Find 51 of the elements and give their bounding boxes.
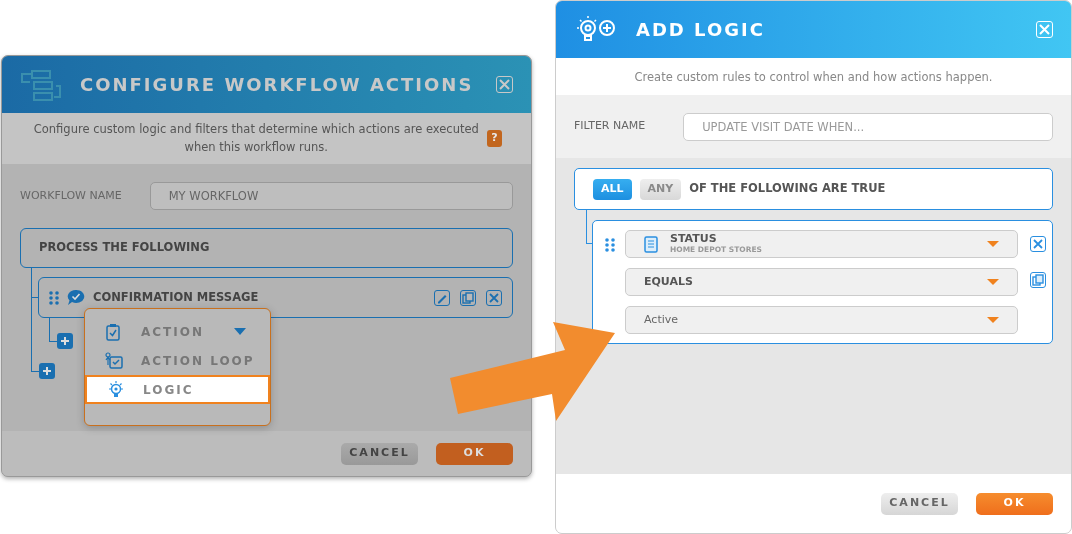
chat-check-icon: [67, 289, 85, 306]
copy-icon: [462, 291, 474, 304]
dialog-title: CONFIGURE WORKFLOW ACTIONS: [80, 73, 474, 97]
drag-handle-icon: [49, 290, 59, 305]
close-icon: [488, 291, 500, 304]
field-name: STATUS: [670, 233, 718, 246]
action-title: CONFIRMATION MESSAGE: [93, 288, 259, 306]
close-button[interactable]: [496, 76, 513, 93]
caret-icon: [987, 241, 999, 247]
loop-check-icon: [105, 351, 123, 370]
delete-button[interactable]: [1030, 236, 1046, 252]
workflow-icon: [20, 67, 62, 102]
menu-item[interactable]: LOGIC: [85, 375, 270, 404]
caret-icon: [987, 279, 999, 285]
match-toggle[interactable]: ALL: [593, 178, 632, 200]
edit-button[interactable]: [434, 289, 450, 306]
help-badge[interactable]: ?: [487, 130, 502, 147]
cancel-button[interactable]: CANCEL: [341, 442, 418, 465]
process-header: PROCESS THE FOLLOWING: [20, 228, 513, 268]
copy-icon: [1032, 274, 1044, 286]
ok-button[interactable]: OK: [976, 492, 1053, 515]
select-value: EQUALS: [644, 273, 693, 290]
drag-handle-icon: [605, 238, 615, 252]
dialog-title: ADD LOGIC: [636, 18, 765, 42]
plus-icon: [42, 366, 52, 376]
menu-item[interactable]: ACTION LOOP: [85, 346, 270, 375]
menu-item[interactable]: ACTION: [85, 317, 270, 346]
filter-name-field[interactable]: UPDATE VISIT DATE WHEN...: [683, 112, 1053, 141]
select-value: Active: [644, 311, 679, 328]
add-button[interactable]: [57, 333, 73, 349]
close-icon: [1032, 238, 1044, 250]
field-label: WORKFLOW NAME: [20, 187, 122, 204]
add-button[interactable]: [39, 363, 55, 379]
copy-button[interactable]: [460, 289, 476, 306]
clipboard-check-icon: [105, 322, 123, 341]
copy-button[interactable]: [1030, 272, 1046, 288]
ok-button[interactable]: OK: [436, 442, 513, 465]
lightbulb-icon: [107, 380, 125, 399]
cancel-button[interactable]: CANCEL: [881, 492, 958, 515]
description-text: Create custom rules to control when and how actions happen.: [556, 58, 1071, 95]
match-text: OF THE FOLLOWING ARE TRUE: [689, 180, 886, 198]
field-label: FILTER NAME: [574, 118, 646, 135]
match-toggle[interactable]: ANY: [639, 178, 682, 200]
caret-icon: [987, 317, 999, 323]
operator-select[interactable]: EQUALS: [625, 268, 1018, 296]
document-icon: [644, 235, 658, 253]
plus-icon: [60, 336, 70, 346]
workflow-name-field[interactable]: MY WORKFLOW: [149, 182, 513, 210]
description-text: Configure custom logic and filters that determine which actions are executed when this workflow runs.: [32, 121, 480, 156]
delete-button[interactable]: [486, 289, 502, 306]
value-select[interactable]: Active: [625, 306, 1018, 334]
